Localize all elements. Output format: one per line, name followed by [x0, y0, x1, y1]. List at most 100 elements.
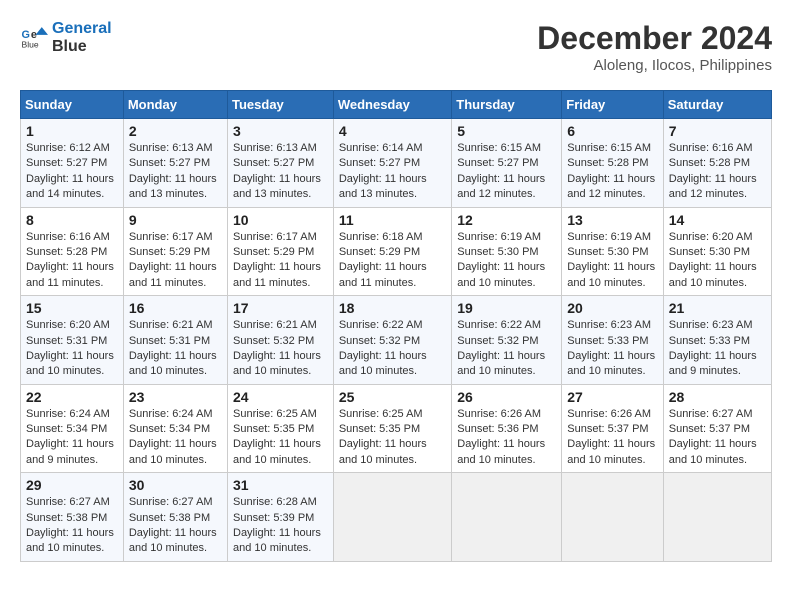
- day-number: 9: [129, 212, 222, 228]
- sunset-label: Sunset: 5:33 PM: [669, 335, 750, 347]
- day-number: 8: [26, 212, 118, 228]
- sunset-label: Sunset: 5:38 PM: [26, 512, 107, 524]
- day-number: 3: [233, 123, 328, 139]
- calendar-cell: 1 Sunrise: 6:12 AM Sunset: 5:27 PM Dayli…: [21, 119, 124, 208]
- day-number: 25: [339, 389, 446, 405]
- day-number: 29: [26, 477, 118, 493]
- daylight-label: Daylight: 11 hours and 11 minutes.: [129, 261, 217, 288]
- calendar-cell: 12 Sunrise: 6:19 AM Sunset: 5:30 PM Dayl…: [452, 207, 562, 296]
- calendar-cell: 2 Sunrise: 6:13 AM Sunset: 5:27 PM Dayli…: [123, 119, 227, 208]
- daylight-label: Daylight: 11 hours and 10 minutes.: [26, 527, 114, 554]
- sunrise-label: Sunrise: 6:28 AM: [233, 496, 317, 508]
- calendar-table: Sunday Monday Tuesday Wednesday Thursday…: [20, 90, 772, 562]
- day-info: Sunrise: 6:25 AM Sunset: 5:35 PM Dayligh…: [339, 407, 446, 469]
- sunrise-label: Sunrise: 6:18 AM: [339, 231, 423, 243]
- sunrise-label: Sunrise: 6:13 AM: [233, 142, 317, 154]
- daylight-label: Daylight: 11 hours and 10 minutes.: [339, 438, 427, 465]
- day-number: 18: [339, 300, 446, 316]
- sunset-label: Sunset: 5:30 PM: [669, 246, 750, 258]
- sunset-label: Sunset: 5:29 PM: [233, 246, 314, 258]
- calendar-cell: 20 Sunrise: 6:23 AM Sunset: 5:33 PM Dayl…: [562, 296, 663, 385]
- daylight-label: Daylight: 11 hours and 10 minutes.: [129, 527, 217, 554]
- sunrise-label: Sunrise: 6:20 AM: [669, 231, 753, 243]
- sunset-label: Sunset: 5:39 PM: [233, 512, 314, 524]
- sunset-label: Sunset: 5:32 PM: [233, 335, 314, 347]
- day-number: 21: [669, 300, 766, 316]
- day-info: Sunrise: 6:24 AM Sunset: 5:34 PM Dayligh…: [129, 407, 222, 469]
- daylight-label: Daylight: 11 hours and 11 minutes.: [339, 261, 427, 288]
- day-info: Sunrise: 6:28 AM Sunset: 5:39 PM Dayligh…: [233, 495, 328, 557]
- sunset-label: Sunset: 5:27 PM: [233, 157, 314, 169]
- sunrise-label: Sunrise: 6:27 AM: [129, 496, 213, 508]
- day-number: 19: [457, 300, 556, 316]
- calendar-cell: 29 Sunrise: 6:27 AM Sunset: 5:38 PM Dayl…: [21, 473, 124, 562]
- daylight-label: Daylight: 11 hours and 10 minutes.: [567, 438, 655, 465]
- day-info: Sunrise: 6:19 AM Sunset: 5:30 PM Dayligh…: [457, 230, 556, 292]
- calendar-cell: 31 Sunrise: 6:28 AM Sunset: 5:39 PM Dayl…: [228, 473, 334, 562]
- calendar-cell: 28 Sunrise: 6:27 AM Sunset: 5:37 PM Dayl…: [663, 384, 771, 473]
- calendar-cell: [333, 473, 451, 562]
- header-row: Sunday Monday Tuesday Wednesday Thursday…: [21, 91, 772, 119]
- col-wednesday: Wednesday: [333, 91, 451, 119]
- sunrise-label: Sunrise: 6:22 AM: [339, 319, 423, 331]
- day-info: Sunrise: 6:20 AM Sunset: 5:31 PM Dayligh…: [26, 318, 118, 380]
- day-info: Sunrise: 6:14 AM Sunset: 5:27 PM Dayligh…: [339, 141, 446, 203]
- day-number: 30: [129, 477, 222, 493]
- day-info: Sunrise: 6:13 AM Sunset: 5:27 PM Dayligh…: [233, 141, 328, 203]
- sunrise-label: Sunrise: 6:22 AM: [457, 319, 541, 331]
- col-tuesday: Tuesday: [228, 91, 334, 119]
- day-info: Sunrise: 6:21 AM Sunset: 5:31 PM Dayligh…: [129, 318, 222, 380]
- calendar-week-row: 15 Sunrise: 6:20 AM Sunset: 5:31 PM Dayl…: [21, 296, 772, 385]
- page-header: G e Blue General Blue December 2024 Alol…: [20, 20, 772, 74]
- sunset-label: Sunset: 5:36 PM: [457, 423, 538, 435]
- day-info: Sunrise: 6:22 AM Sunset: 5:32 PM Dayligh…: [339, 318, 446, 380]
- sunrise-label: Sunrise: 6:26 AM: [567, 408, 651, 420]
- col-saturday: Saturday: [663, 91, 771, 119]
- calendar-cell: 18 Sunrise: 6:22 AM Sunset: 5:32 PM Dayl…: [333, 296, 451, 385]
- col-monday: Monday: [123, 91, 227, 119]
- sunrise-label: Sunrise: 6:21 AM: [129, 319, 213, 331]
- day-number: 10: [233, 212, 328, 228]
- day-number: 15: [26, 300, 118, 316]
- daylight-label: Daylight: 11 hours and 10 minutes.: [457, 350, 545, 377]
- sunset-label: Sunset: 5:35 PM: [339, 423, 420, 435]
- sunrise-label: Sunrise: 6:24 AM: [26, 408, 110, 420]
- sunset-label: Sunset: 5:28 PM: [669, 157, 750, 169]
- sunrise-label: Sunrise: 6:25 AM: [339, 408, 423, 420]
- daylight-label: Daylight: 11 hours and 12 minutes.: [567, 173, 655, 200]
- sunset-label: Sunset: 5:33 PM: [567, 335, 648, 347]
- day-number: 28: [669, 389, 766, 405]
- calendar-cell: [452, 473, 562, 562]
- calendar-cell: 22 Sunrise: 6:24 AM Sunset: 5:34 PM Dayl…: [21, 384, 124, 473]
- daylight-label: Daylight: 11 hours and 13 minutes.: [233, 173, 321, 200]
- sunset-label: Sunset: 5:27 PM: [129, 157, 210, 169]
- calendar-cell: 14 Sunrise: 6:20 AM Sunset: 5:30 PM Dayl…: [663, 207, 771, 296]
- calendar-cell: 4 Sunrise: 6:14 AM Sunset: 5:27 PM Dayli…: [333, 119, 451, 208]
- sunset-label: Sunset: 5:32 PM: [457, 335, 538, 347]
- day-info: Sunrise: 6:17 AM Sunset: 5:29 PM Dayligh…: [129, 230, 222, 292]
- sunset-label: Sunset: 5:28 PM: [567, 157, 648, 169]
- day-number: 2: [129, 123, 222, 139]
- day-info: Sunrise: 6:22 AM Sunset: 5:32 PM Dayligh…: [457, 318, 556, 380]
- daylight-label: Daylight: 11 hours and 10 minutes.: [669, 438, 757, 465]
- daylight-label: Daylight: 11 hours and 13 minutes.: [339, 173, 427, 200]
- sunset-label: Sunset: 5:27 PM: [339, 157, 420, 169]
- calendar-cell: 9 Sunrise: 6:17 AM Sunset: 5:29 PM Dayli…: [123, 207, 227, 296]
- daylight-label: Daylight: 11 hours and 10 minutes.: [339, 350, 427, 377]
- sunset-label: Sunset: 5:30 PM: [457, 246, 538, 258]
- day-info: Sunrise: 6:18 AM Sunset: 5:29 PM Dayligh…: [339, 230, 446, 292]
- sunset-label: Sunset: 5:32 PM: [339, 335, 420, 347]
- sunset-label: Sunset: 5:29 PM: [339, 246, 420, 258]
- daylight-label: Daylight: 11 hours and 10 minutes.: [233, 350, 321, 377]
- location: Aloleng, Ilocos, Philippines: [537, 57, 772, 74]
- calendar-cell: [663, 473, 771, 562]
- col-thursday: Thursday: [452, 91, 562, 119]
- day-number: 12: [457, 212, 556, 228]
- day-info: Sunrise: 6:13 AM Sunset: 5:27 PM Dayligh…: [129, 141, 222, 203]
- sunrise-label: Sunrise: 6:13 AM: [129, 142, 213, 154]
- sunrise-label: Sunrise: 6:16 AM: [26, 231, 110, 243]
- day-number: 14: [669, 212, 766, 228]
- daylight-label: Daylight: 11 hours and 10 minutes.: [129, 350, 217, 377]
- calendar-cell: 7 Sunrise: 6:16 AM Sunset: 5:28 PM Dayli…: [663, 119, 771, 208]
- col-sunday: Sunday: [21, 91, 124, 119]
